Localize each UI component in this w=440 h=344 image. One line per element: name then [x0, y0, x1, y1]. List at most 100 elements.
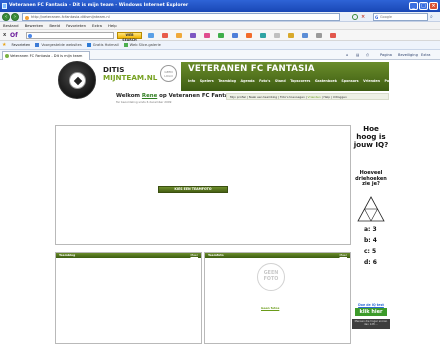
back-arrow-icon[interactable]: ‹ [2, 13, 10, 21]
brand-line2[interactable]: MIJNTEAM.NL [103, 74, 157, 82]
address-row: ‹ › http://veteranen-fcfantasia.ditismij… [0, 12, 440, 22]
address-input[interactable]: http://veteranen-fcfantasia.ditismijntea… [22, 13, 340, 21]
ad-question: Hoe hoog is jouw IQ? [353, 124, 389, 149]
tab-label: Veteranen FC Fantasia - Dit is mijn team [10, 54, 83, 58]
teamfoto-title: Teamfoto [208, 253, 224, 257]
suggested-sites-icon [35, 43, 40, 47]
link-help[interactable]: Help [323, 95, 330, 99]
nav-poll[interactable]: Poll [384, 79, 391, 83]
welcome-user-link[interactable]: Rene [142, 93, 157, 99]
forward-arrow-icon[interactable]: › [11, 13, 19, 21]
refresh-icon[interactable] [352, 14, 358, 20]
member-since: Ter beoordeling sinds 6 december 2009 [116, 100, 172, 104]
menu-bar: Bestand Bewerken Beeld Favorieten Extra … [0, 22, 440, 30]
teamblog-more-link[interactable]: Meer [190, 253, 198, 258]
link-vrienden[interactable]: Vrienden [308, 95, 321, 99]
nav-topscorers[interactable]: Topscorers [290, 79, 310, 83]
nav-agenda[interactable]: Agenda [241, 79, 255, 83]
link-teamblog[interactable]: Naak een teamblog [249, 95, 277, 99]
print-icon[interactable]: ⎙ [366, 51, 369, 59]
team-nav: Info Spelers Teamblog Agenda Foto's Stan… [188, 79, 391, 83]
ad-answer-d[interactable]: d: 6 [364, 259, 377, 267]
close-button[interactable]: × [429, 2, 438, 10]
favorites-bar: ★ Favorieten Voorgestelde websites Grati… [0, 41, 440, 50]
hotmail-icon [86, 43, 91, 47]
safety-menu[interactable]: Beveiliging [398, 51, 418, 59]
link-uitloggen[interactable]: Uitloggen [333, 95, 347, 99]
web-slice-link[interactable]: Web Slice-galerie [123, 43, 161, 47]
menu-edit[interactable]: Bewerken [25, 23, 44, 28]
toolbar-photo-icon[interactable] [246, 33, 252, 38]
search-go-icon[interactable]: ⌕ [430, 14, 433, 20]
nav-stand[interactable]: Stand [275, 79, 286, 83]
toolbar-games-icon[interactable] [190, 33, 196, 38]
ad-answer-b[interactable]: b: 4 [364, 237, 377, 245]
team-logo-placeholder: GEEN LOGO [160, 65, 177, 82]
photo-caption-link[interactable]: Geen fotos [261, 306, 279, 310]
toolbar-star-icon[interactable] [288, 33, 294, 38]
triangles-icon [357, 196, 385, 222]
stop-icon[interactable]: × [361, 14, 367, 20]
toolbar-mail-icon[interactable] [148, 33, 154, 38]
toolbar-shop-icon[interactable] [218, 33, 224, 38]
site-logo[interactable] [58, 61, 96, 99]
toolbar-logo: Of [10, 31, 18, 39]
favorites-label[interactable]: Favorieten [11, 43, 30, 47]
tab-row: Veteranen FC Fantasia - Dit is mijn team… [0, 50, 440, 60]
favorites-star-icon[interactable]: ★ [2, 42, 6, 48]
ad-answer-a[interactable]: a: 3 [364, 226, 377, 234]
toolbar-settings-icon[interactable] [316, 33, 322, 38]
ad-footer: Mensen die hoger scoren dan 128 ... [352, 319, 390, 329]
no-photo-placeholder: GEEN FOTO [257, 263, 285, 291]
teamblog-box: Teamblog Meer [55, 252, 202, 344]
nav-vrienden[interactable]: Vrienden [363, 79, 380, 83]
home-icon[interactable]: ⌂ [346, 51, 348, 59]
suggested-sites-label: Voorgestelde websites [41, 43, 82, 47]
toolbar-video-icon[interactable] [232, 33, 238, 38]
menu-tools[interactable]: Extra [92, 23, 102, 28]
maximize-button[interactable]: □ [419, 2, 428, 10]
toolbar-weather-icon[interactable] [176, 33, 182, 38]
teamfoto-more-link[interactable]: Meer [339, 253, 347, 258]
extra-menu[interactable]: Extra [421, 51, 431, 59]
search-input[interactable]: G Google [373, 13, 428, 21]
feeds-icon[interactable]: ▤ [356, 51, 359, 59]
suggested-sites-link[interactable]: Voorgestelde websites [35, 43, 82, 47]
menu-help[interactable]: Help [108, 23, 117, 28]
toolbar-close-icon[interactable]: x [3, 32, 6, 38]
nav-spelers[interactable]: Spelers [200, 79, 214, 83]
toolbar-news-icon[interactable] [162, 33, 168, 38]
hotmail-link[interactable]: Gratis Hotmail [86, 43, 119, 47]
click-here-button[interactable]: klik hier [355, 308, 387, 316]
window-title: Veteranen FC Fantasia - Dit is mijn team… [9, 3, 189, 8]
link-mijn-profiel[interactable]: Mijn profiel [230, 95, 246, 99]
web-search-button[interactable]: WEB SEARCH [117, 32, 142, 42]
toolbar-music-icon[interactable] [204, 33, 210, 38]
nav-gastenboek[interactable]: Gastenboek [315, 79, 337, 83]
menu-favorites[interactable]: Favorieten [66, 23, 86, 28]
toolbar-tools-icon[interactable] [274, 33, 280, 38]
ad-answer-c[interactable]: c: 5 [364, 248, 376, 256]
toolbar-chat-icon[interactable] [260, 33, 266, 38]
iq-test-link[interactable]: Doe de IQ test [354, 303, 388, 307]
toolbar-globe-icon[interactable] [302, 33, 308, 38]
team-photo-panel [55, 125, 351, 245]
menu-view[interactable]: Beeld [49, 23, 60, 28]
toolbar-alert-icon[interactable] [330, 33, 336, 38]
teamfoto-header: Teamfoto Meer [205, 253, 350, 258]
welcome-prefix: Welkom [116, 93, 141, 99]
choose-team-photo-button[interactable]: KIES EEN TEAMFOTO [158, 186, 228, 193]
nav-info[interactable]: Info [188, 79, 195, 83]
page-menu[interactable]: Pagina [380, 51, 392, 59]
window-title-bar: Veteranen FC Fantasia - Dit is mijn team… [0, 0, 440, 12]
nav-fotos[interactable]: Foto's [259, 79, 270, 83]
toolbar-search-input[interactable] [26, 32, 114, 39]
nav-sponsors[interactable]: Sponsors [341, 79, 358, 83]
active-tab[interactable]: Veteranen FC Fantasia - Dit is mijn team [2, 51, 90, 60]
minimize-button[interactable]: _ [409, 2, 418, 10]
nav-teamblog[interactable]: Teamblog [218, 79, 236, 83]
web-slice-label: Web Slice-galerie [129, 43, 161, 47]
menu-file[interactable]: Bestand [3, 23, 19, 28]
link-fotos-toevoegen[interactable]: Foto's toevoegen [280, 95, 305, 99]
teamblog-header: Teamblog Meer [56, 253, 201, 258]
